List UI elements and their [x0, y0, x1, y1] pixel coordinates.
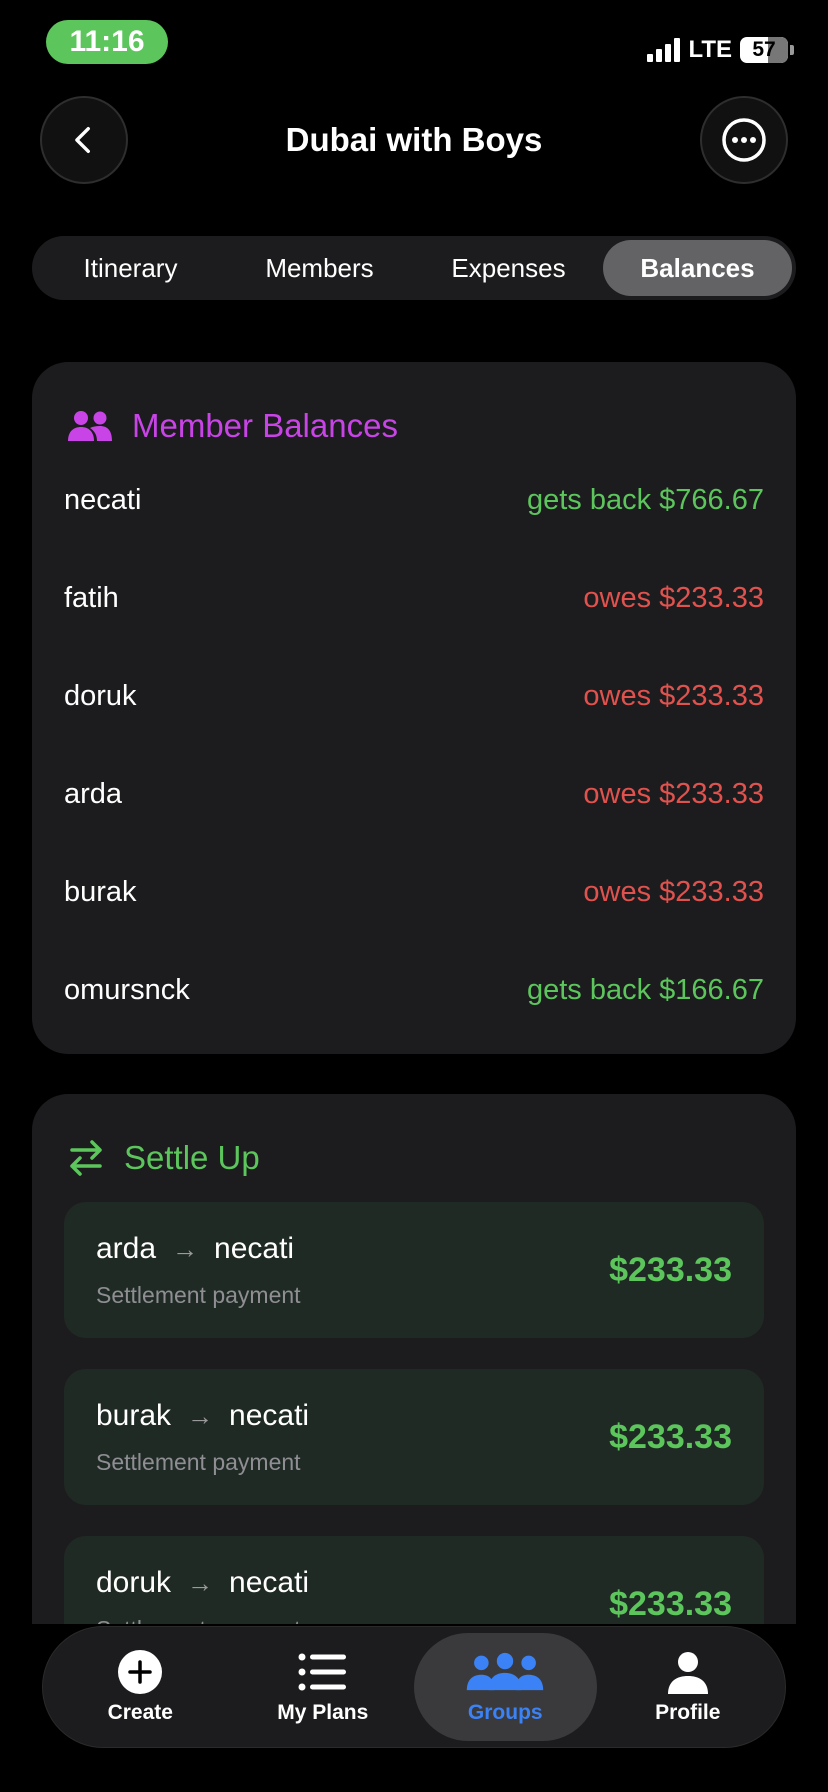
status-icons: LTE 57 — [647, 34, 794, 66]
settlement-subtitle: Settlement payment — [96, 1449, 301, 1475]
balance-amount: owes $233.33 — [583, 679, 764, 712]
settlement-item[interactable]: arda → necati Settlement payment $233.33 — [64, 1202, 764, 1338]
nav-label: My Plans — [277, 1701, 369, 1724]
payer-name: arda — [96, 1232, 157, 1265]
payer-name: burak — [96, 1399, 172, 1432]
member-name: arda — [64, 777, 123, 810]
more-options-button[interactable] — [700, 96, 788, 184]
settlement-parties: burak → necati — [96, 1399, 309, 1433]
member-balances-header: Member Balances — [66, 396, 398, 456]
tab-members[interactable]: Members — [225, 240, 414, 296]
list-icon — [298, 1653, 346, 1691]
balance-row: necati gets back $766.67 — [64, 470, 764, 530]
battery-level: 57 — [752, 38, 776, 61]
arrow-right-icon: → — [187, 1400, 214, 1431]
nav-groups[interactable]: Groups — [414, 1633, 597, 1741]
balance-row: burak owes $233.33 — [64, 862, 764, 922]
nav-label: Groups — [467, 1701, 543, 1724]
balance-amount: owes $233.33 — [583, 777, 764, 810]
status-time: 11:16 — [46, 20, 168, 64]
swap-arrows-icon — [70, 1140, 102, 1176]
person-icon — [667, 1652, 708, 1694]
back-button[interactable] — [40, 96, 128, 184]
settlement-subtitle: Settlement payment — [96, 1282, 301, 1308]
member-name: burak — [64, 875, 137, 908]
header: Dubai with Boys — [0, 96, 828, 184]
settlement-item[interactable]: burak → necati Settlement payment $233.3… — [64, 1369, 764, 1505]
tab-expenses[interactable]: Expenses — [414, 240, 603, 296]
balance-amount: gets back $766.67 — [526, 483, 764, 516]
balance-amount: gets back $166.67 — [526, 973, 764, 1006]
settlement-parties: doruk → necati — [96, 1566, 309, 1600]
app-screen: 11:16 LTE 57 Dubai with Boys Itinerary M… — [0, 0, 828, 1792]
battery-icon: 57 — [740, 37, 794, 63]
settlement-amount: $233.33 — [609, 1250, 732, 1289]
segment-tabs: Itinerary Members Expenses Balances — [32, 236, 796, 300]
status-bar: 11:16 LTE 57 — [0, 0, 828, 86]
payee-name: necati — [214, 1232, 295, 1265]
member-balances-title: Member Balances — [132, 407, 398, 444]
member-name: fatih — [64, 581, 119, 614]
tab-balances[interactable]: Balances — [603, 240, 792, 296]
arrow-right-icon: → — [172, 1233, 199, 1264]
balance-row: omursnck gets back $166.67 — [64, 960, 764, 1020]
balance-row: fatih owes $233.33 — [64, 568, 764, 628]
payee-name: necati — [229, 1399, 310, 1432]
balance-row: doruk owes $233.33 — [64, 666, 764, 726]
chevron-left-icon — [75, 126, 90, 154]
balance-row: arda owes $233.33 — [64, 764, 764, 824]
settlement-amount: $233.33 — [609, 1417, 732, 1456]
ellipsis-circle-icon — [722, 118, 766, 162]
tab-itinerary[interactable]: Itinerary — [36, 240, 225, 296]
nav-profile[interactable]: Profile — [597, 1633, 780, 1741]
page-title: Dubai with Boys — [285, 121, 543, 158]
people-icon — [467, 1652, 544, 1691]
nav-my-plans[interactable]: My Plans — [232, 1633, 415, 1741]
member-name: doruk — [64, 679, 137, 712]
nav-label: Profile — [655, 1701, 721, 1724]
arrow-right-icon: → — [187, 1567, 214, 1598]
payer-name: doruk — [96, 1566, 172, 1599]
signal-icon — [647, 38, 681, 62]
plus-circle-icon — [118, 1650, 163, 1694]
nav-create[interactable]: Create — [49, 1633, 232, 1741]
network-label: LTE — [688, 36, 732, 63]
people-icon — [68, 411, 112, 441]
member-name: omursnck — [64, 973, 190, 1006]
settle-up-header: Settle Up — [66, 1128, 260, 1188]
settlement-parties: arda → necati — [96, 1232, 294, 1266]
settle-up-title: Settle Up — [124, 1139, 260, 1176]
bottom-tab-bar: Create My Plans Groups Profile — [42, 1626, 786, 1748]
balance-amount: owes $233.33 — [583, 581, 764, 614]
nav-label: Create — [107, 1701, 173, 1724]
balance-amount: owes $233.33 — [583, 875, 764, 908]
payee-name: necati — [229, 1566, 310, 1599]
member-name: necati — [64, 483, 142, 516]
member-balances-card: Member Balances necati gets back $766.67… — [32, 362, 796, 1054]
